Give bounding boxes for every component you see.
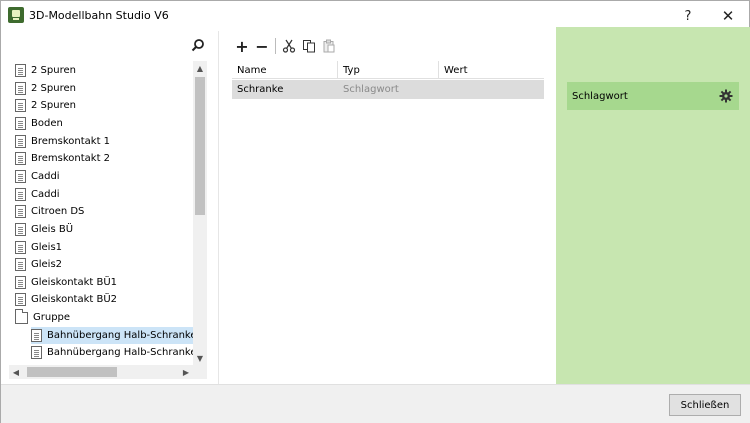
tree-item[interactable]: 2 Spuren	[15, 80, 80, 97]
column-header-wert[interactable]: Wert	[439, 61, 544, 79]
dialog-window: 3D-Modellbahn Studio V6 ? ✕ 2 Spuren 2 Sp…	[0, 0, 750, 423]
document-icon	[15, 293, 26, 307]
gear-icon[interactable]	[719, 89, 733, 103]
help-button[interactable]: ?	[673, 5, 703, 27]
remove-button[interactable]: −	[252, 37, 272, 56]
tree-item[interactable]: Bremskontakt 2	[15, 150, 114, 167]
tree-item-label: 2 Spuren	[31, 82, 76, 94]
tree-item[interactable]: Boden	[15, 115, 67, 132]
tree-item[interactable]: 2 Spuren	[15, 97, 80, 114]
tree-item-label: Bahnübergang Halb-Schranke	[47, 347, 193, 359]
tree-item-label: Bahnübergang Halb-Schranke	[47, 329, 193, 341]
tree-item-label: Gleis BÜ	[31, 223, 74, 235]
app-logo-icon	[8, 7, 24, 23]
keyword-label: Schlagwort	[572, 90, 628, 102]
tree-item-label: Gleis1	[31, 241, 63, 253]
tree-item-label: 2 Spuren	[31, 100, 76, 112]
tree-item[interactable]: Gleis BÜ	[15, 221, 77, 238]
dialog-footer: Schließen	[1, 384, 750, 423]
tree-item[interactable]: Caddi	[15, 168, 64, 185]
tree-item[interactable]: Gleis2	[15, 256, 66, 273]
paste-icon	[323, 39, 335, 53]
scroll-down-arrow-icon[interactable]: ▼	[193, 351, 207, 365]
document-icon	[31, 328, 42, 342]
folder-icon	[15, 308, 28, 324]
properties-toolbar: + −	[232, 37, 339, 56]
document-icon	[15, 152, 26, 166]
tree-item-label: Bremskontakt 1	[31, 135, 111, 147]
toolbar-separator	[275, 38, 276, 54]
tree-item[interactable]: Gleiskontakt BÜ2	[15, 291, 121, 308]
cell-name: Schranke	[237, 84, 284, 95]
scrollbar-corner	[193, 365, 207, 379]
tree-item-label: Gleiskontakt BÜ1	[31, 276, 118, 288]
column-header-typ[interactable]: Typ	[338, 61, 439, 79]
tree-item-label: Bremskontakt 2	[31, 153, 111, 165]
tree-item-label: Boden	[31, 117, 63, 129]
tree-item-label: Citroen DS	[31, 206, 85, 218]
document-icon	[15, 258, 26, 272]
properties-panel: + − Name Typ Wert Schranke Schlagwort	[220, 31, 556, 384]
close-dialog-button[interactable]: Schließen	[669, 394, 741, 416]
tree-item-label: Gleiskontakt BÜ2	[31, 294, 118, 306]
add-button[interactable]: +	[232, 37, 252, 56]
tree-panel: 2 Spuren 2 Spuren 2 Spuren Boden Bremskontak…	[1, 31, 219, 384]
keyword-panel: Schlagwort	[556, 27, 750, 384]
scroll-up-arrow-icon[interactable]: ▲	[193, 61, 207, 75]
tree-item[interactable]: 2 Spuren	[15, 62, 80, 79]
paste-button[interactable]	[319, 37, 339, 55]
tree-child-item[interactable]: Bahnübergang Halb-Schranke	[31, 326, 193, 344]
document-icon	[31, 346, 42, 360]
document-icon	[15, 134, 26, 148]
document-icon	[15, 64, 26, 77]
document-icon	[15, 205, 26, 219]
tree-item[interactable]: Gruppe	[15, 308, 74, 326]
tree-item[interactable]: Bremskontakt 1	[15, 133, 114, 150]
window-close-button[interactable]: ✕	[713, 5, 743, 27]
tree-item[interactable]: Gleis1	[15, 239, 66, 256]
scroll-right-arrow-icon[interactable]: ▶	[179, 365, 193, 379]
cut-button[interactable]	[279, 37, 299, 55]
document-icon	[15, 99, 26, 113]
horizontal-scroll-thumb[interactable]	[27, 367, 117, 377]
vertical-scroll-thumb[interactable]	[195, 77, 205, 215]
tree-item-label: Gruppe	[33, 312, 71, 324]
copy-icon	[303, 40, 315, 53]
tree-item[interactable]: Caddi	[15, 186, 64, 203]
table-row[interactable]: Schranke Schlagwort	[232, 80, 544, 99]
properties-table: Name Typ Wert Schranke Schlagwort	[232, 61, 544, 99]
copy-button[interactable]	[299, 37, 319, 55]
document-icon	[15, 116, 26, 130]
search-icon[interactable]	[191, 38, 205, 52]
tree-item-label: 2 Spuren	[31, 65, 76, 76]
keyword-item[interactable]: Schlagwort	[567, 82, 739, 110]
tree-item-label: Gleis2	[31, 259, 63, 271]
document-icon	[15, 240, 26, 254]
column-header-name[interactable]: Name	[232, 61, 338, 79]
window-title: 3D-Modellbahn Studio V6	[29, 9, 169, 22]
tree-item-label: Caddi	[31, 188, 60, 200]
tree-list: 2 Spuren 2 Spuren 2 Spuren Boden Bremskontak…	[9, 61, 193, 365]
object-tree: 2 Spuren 2 Spuren 2 Spuren Boden Bremskontak…	[9, 61, 207, 379]
table-header: Name Typ Wert	[232, 61, 544, 79]
document-icon	[15, 275, 26, 289]
document-icon	[15, 187, 26, 201]
cell-typ: Schlagwort	[343, 84, 399, 95]
scissors-icon	[282, 39, 296, 53]
document-icon	[15, 169, 26, 183]
document-icon	[15, 222, 26, 236]
tree-item[interactable]: Citroen DS	[15, 203, 88, 220]
scroll-left-arrow-icon[interactable]: ◀	[9, 365, 23, 379]
document-icon	[15, 81, 26, 95]
cell-wert[interactable]	[439, 80, 544, 99]
tree-horizontal-scrollbar[interactable]: ◀ ▶	[9, 365, 193, 379]
tree-vertical-scrollbar[interactable]: ▲ ▼	[193, 61, 207, 365]
tree-item[interactable]: Gleiskontakt BÜ1	[15, 274, 121, 291]
tree-item-label: Caddi	[31, 170, 60, 182]
tree-child-item[interactable]: Bahnübergang Halb-Schranke	[31, 344, 193, 361]
